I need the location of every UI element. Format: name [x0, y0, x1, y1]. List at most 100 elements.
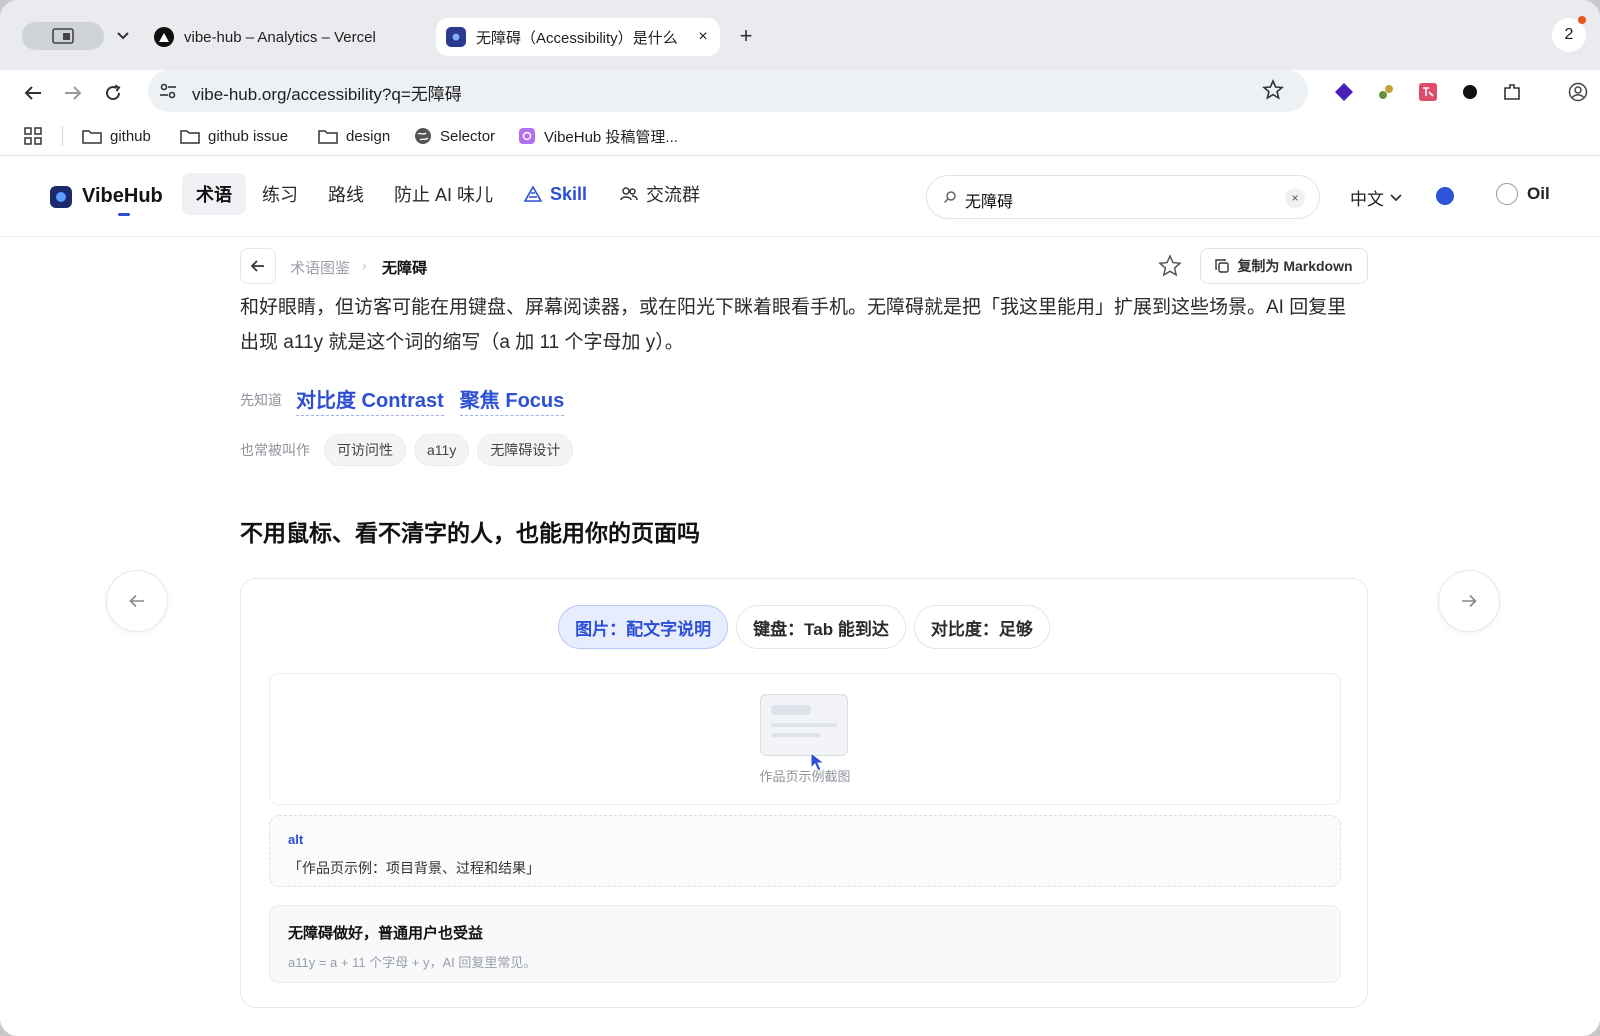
bookmark-separator	[62, 126, 63, 146]
reload-button[interactable]	[98, 78, 128, 108]
vibehub-icon	[446, 27, 466, 47]
tab-search-button[interactable]	[110, 22, 136, 50]
back-button[interactable]	[18, 78, 48, 108]
demo-card: 图片：配文字说明 键盘：Tab 能到达 对比度：足够 作品页示例截图 alt 「…	[240, 578, 1368, 1008]
skill-icon	[524, 186, 542, 202]
alias-chip: a11y	[414, 434, 470, 466]
window-switcher-button[interactable]	[22, 22, 104, 50]
tab-vercel[interactable]: vibe-hub – Analytics – Vercel	[150, 18, 430, 56]
language-label: 中文	[1350, 190, 1384, 209]
copy-markdown-label: 复制为 Markdown	[1237, 258, 1353, 274]
browser-window: vibe-hub – Analytics – Vercel 无障碍（Access…	[0, 0, 1600, 1036]
nav-practice[interactable]: 练习	[248, 173, 312, 215]
nav-anti-ai[interactable]: 防止 AI 味儿	[380, 173, 507, 215]
tab-close-button[interactable]: ×	[692, 28, 714, 46]
tab-title: 无障碍（Accessibility）是什么	[476, 29, 678, 47]
extension-translate-icon[interactable]	[1416, 80, 1440, 104]
bookmark-github-issue[interactable]: github issue	[180, 124, 288, 148]
demo-tab-image-alt[interactable]: 图片：配文字说明	[558, 605, 729, 649]
nav-label: 术语	[196, 185, 232, 205]
prereq-link-focus[interactable]: 聚焦 Focus	[459, 384, 565, 416]
nav-terms[interactable]: 术语	[182, 173, 246, 215]
arrow-left-icon	[251, 260, 264, 272]
extension-dot-icon[interactable]	[1458, 80, 1482, 104]
search-input[interactable]: 无障碍 ×	[926, 175, 1320, 219]
extensions-puzzle-icon[interactable]	[1500, 80, 1524, 104]
main-content: 术语图鉴 › 无障碍 复制为 Markdown 和好眼睛，但访客可能在用键盘、屏…	[0, 238, 1600, 1036]
back-button[interactable]	[240, 248, 276, 284]
folder-icon	[318, 130, 338, 144]
breadcrumb-separator: ›	[362, 257, 367, 273]
bookmark-label: github issue	[208, 127, 289, 145]
vercel-icon	[154, 27, 174, 47]
language-select[interactable]: 中文	[1350, 185, 1402, 210]
theme-color-button[interactable]	[1436, 187, 1454, 205]
prerequisites-row: 先知道 对比度 Contrast 聚焦 Focus	[240, 384, 580, 416]
nav-community[interactable]: 交流群	[606, 173, 714, 215]
vibehub-logo[interactable]: VibeHub	[50, 185, 163, 216]
favorite-star-icon[interactable]	[1158, 254, 1182, 283]
site-info-icon[interactable]	[158, 81, 178, 106]
forward-button[interactable]	[58, 78, 88, 108]
carousel-prev-button[interactable]	[106, 570, 168, 632]
tab-accessibility[interactable]: 无障碍（Accessibility）是什么 ×	[436, 18, 720, 56]
nav-roadmap[interactable]: 路线	[314, 173, 378, 215]
section-heading: 不用鼠标、看不清字的人，也能用你的页面吗	[240, 520, 700, 546]
new-tab-button[interactable]: +	[732, 22, 760, 50]
demo-tabs: 图片：配文字说明 键盘：Tab 能到达 对比度：足够	[241, 605, 1367, 649]
alt-text-value: 「作品页示例：项目背景、过程和结果」	[288, 860, 540, 876]
logo-text: VibeHub	[82, 185, 163, 207]
bookmark-design[interactable]: design	[318, 124, 390, 148]
nav-skill[interactable]: Skill	[510, 173, 601, 215]
image-preview: 作品页示例截图	[269, 673, 1341, 805]
user-name: Oil	[1527, 184, 1550, 203]
arrow-left-icon	[24, 86, 41, 100]
address-bar[interactable]: vibe-hub.org/accessibility?q=无障碍	[148, 70, 1308, 112]
avatar	[1496, 183, 1518, 205]
nav-label: 练习	[262, 185, 298, 205]
chevron-down-icon	[117, 32, 129, 40]
arrow-right-icon	[65, 86, 82, 100]
nav-label: Skill	[550, 183, 588, 204]
bookmark-label: design	[346, 127, 391, 145]
nav-label: 交流群	[646, 185, 700, 205]
extension-diamond-icon[interactable]	[1332, 80, 1356, 104]
extension-figure-icon[interactable]	[1374, 80, 1398, 104]
reload-icon	[106, 84, 121, 101]
tab-strip: vibe-hub – Analytics – Vercel 无障碍（Access…	[0, 0, 1600, 70]
search-icon	[943, 191, 956, 204]
apps-grid-icon	[24, 127, 42, 145]
alias-label: 也常被叫作	[240, 442, 310, 458]
copy-markdown-button[interactable]: 复制为 Markdown	[1200, 248, 1368, 284]
notification-dot	[1578, 16, 1586, 24]
arrow-left-icon	[129, 594, 144, 608]
app-header: VibeHub 术语 练习 路线 防止 AI 味儿 Skill 交流群 无障碍 …	[0, 157, 1600, 237]
search-clear-button[interactable]: ×	[1285, 188, 1305, 208]
demo-tab-keyboard[interactable]: 键盘：Tab 能到达	[736, 605, 906, 649]
bookmark-star-icon[interactable]	[1262, 78, 1284, 106]
nav-label: 路线	[328, 185, 364, 205]
demo-tab-contrast[interactable]: 对比度：足够	[913, 605, 1050, 649]
note-title: 无障碍做好，普通用户也受益	[288, 925, 484, 942]
bookmark-selector[interactable]: Selector	[414, 124, 495, 148]
note-subtitle: a11y = a + 11 个字母 + y，AI 回复里常见。	[288, 955, 537, 970]
benefit-note: 无障碍做好，普通用户也受益 a11y = a + 11 个字母 + y，AI 回…	[269, 905, 1341, 983]
prereq-link-contrast[interactable]: 对比度 Contrast	[296, 384, 444, 416]
apps-button[interactable]	[24, 124, 50, 148]
group-icon	[620, 187, 638, 201]
breadcrumb-parent-link[interactable]: 术语图鉴	[290, 257, 350, 278]
alias-chip: 可访问性	[324, 434, 406, 466]
bookmark-vibehub[interactable]: VibeHub 投稿管理...	[518, 124, 678, 148]
vibehub-icon	[519, 128, 535, 144]
logo-underline	[118, 213, 130, 216]
copy-icon	[1215, 259, 1230, 273]
chevron-down-icon	[1390, 193, 1402, 201]
arrow-right-icon	[1462, 594, 1477, 608]
account-icon[interactable]	[1566, 80, 1590, 104]
bookmark-github[interactable]: github	[82, 124, 151, 148]
bookmarks-bar: github github issue design Selector Vibe…	[0, 116, 1600, 156]
alt-label: alt	[288, 832, 304, 847]
breadcrumb: 术语图鉴 › 无障碍 复制为 Markdown	[240, 248, 1368, 286]
user-menu[interactable]: Oil	[1496, 183, 1550, 205]
carousel-next-button[interactable]	[1438, 570, 1500, 632]
